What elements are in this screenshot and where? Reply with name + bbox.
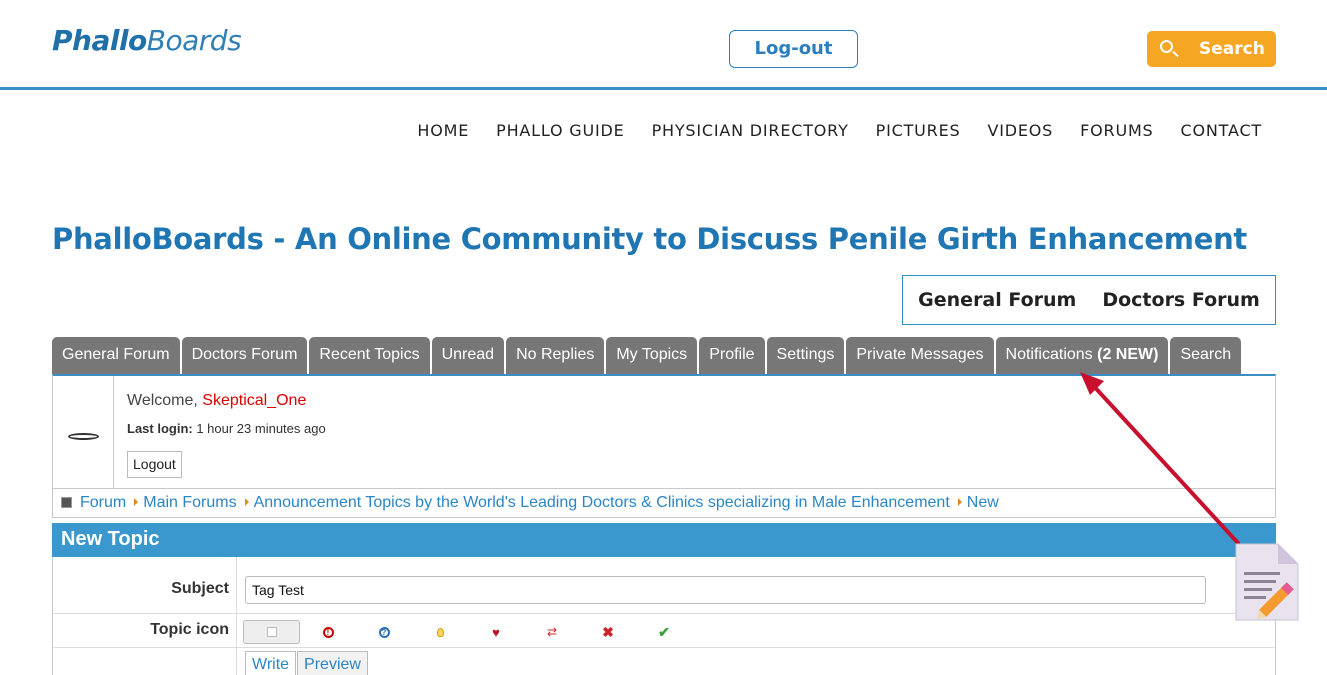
question-icon: ? bbox=[378, 626, 390, 638]
topic-icon-check[interactable]: ✔ bbox=[636, 620, 692, 644]
nav-home[interactable]: HOME bbox=[417, 121, 469, 140]
last-login: Last login: 1 hour 23 minutes ago bbox=[127, 421, 326, 436]
welcome-prefix: Welcome, bbox=[127, 392, 203, 409]
row-divider bbox=[236, 557, 237, 613]
nav-phallo-guide[interactable]: PHALLO GUIDE bbox=[496, 121, 624, 140]
tab-no-replies[interactable]: No Replies bbox=[506, 337, 605, 374]
breadcrumb-forum[interactable]: Forum bbox=[80, 494, 126, 511]
topic-icon-picker: ! ? ♥ ⇄ ✖ ✔ bbox=[243, 620, 692, 644]
forum-switch-doctors[interactable]: Doctors Forum bbox=[1102, 289, 1259, 311]
new-topic-header: New Topic bbox=[52, 523, 1276, 557]
nav-physician-directory[interactable]: PHYSICIAN DIRECTORY bbox=[652, 121, 849, 140]
logout-button[interactable]: Log-out bbox=[729, 30, 858, 68]
forum-square-icon bbox=[61, 497, 72, 508]
user-panel: Welcome, Skeptical_One Last login: 1 hou… bbox=[52, 374, 1276, 489]
breadcrumb-new[interactable]: New bbox=[967, 494, 999, 511]
top-header: PhalloBoards Log-out Search bbox=[0, 0, 1327, 90]
topic-icon-lightbulb[interactable] bbox=[412, 620, 468, 644]
check-icon: ✔ bbox=[658, 623, 670, 640]
subject-input[interactable]: Tag Test bbox=[245, 576, 1206, 604]
tab-my-topics[interactable]: My Topics bbox=[606, 337, 698, 374]
avatar[interactable] bbox=[68, 433, 99, 440]
welcome-message: Welcome, Skeptical_One bbox=[127, 392, 306, 410]
topic-icon-heart[interactable]: ♥ bbox=[468, 620, 524, 644]
nav-pictures[interactable]: PICTURES bbox=[876, 121, 961, 140]
cross-icon: ✖ bbox=[602, 623, 614, 640]
breadcrumb: Forum Main Forums Announcement Topics by t… bbox=[52, 489, 1276, 518]
breadcrumb-announcement-topics[interactable]: Announcement Topics by the World's Leadi… bbox=[254, 494, 950, 511]
exclamation-icon: ! bbox=[322, 626, 334, 638]
lightbulb-icon bbox=[436, 627, 444, 637]
document-edit-icon bbox=[1235, 543, 1299, 621]
heart-icon: ♥ bbox=[492, 624, 500, 640]
nav-forums[interactable]: FORUMS bbox=[1080, 121, 1153, 140]
editor-tabs: Write Preview bbox=[245, 651, 368, 675]
blank-icon bbox=[266, 627, 277, 637]
tab-general-forum[interactable]: General Forum bbox=[52, 337, 180, 374]
subject-label: Subject bbox=[171, 580, 229, 597]
tab-private-messages[interactable]: Private Messages bbox=[846, 337, 994, 374]
preview-tab[interactable]: Preview bbox=[297, 651, 368, 675]
search-icon bbox=[1160, 40, 1173, 53]
tab-notifications[interactable]: Notifications (2 NEW) bbox=[995, 337, 1169, 374]
page-title: PhalloBoards - An Online Community to Di… bbox=[52, 222, 1247, 256]
tab-settings[interactable]: Settings bbox=[766, 337, 845, 374]
avatar-column bbox=[53, 376, 114, 489]
breadcrumb-arrow-icon bbox=[957, 498, 962, 506]
search-button-label: Search bbox=[1199, 39, 1265, 59]
page: PhalloBoards Log-out Search HOME PHALLO … bbox=[0, 0, 1327, 675]
notifications-count-badge: (2 NEW) bbox=[1097, 346, 1159, 363]
subject-row: Subject Tag Test bbox=[53, 557, 1275, 614]
panel-logout-button[interactable]: Logout bbox=[127, 451, 182, 478]
last-login-label: Last login: bbox=[127, 421, 193, 436]
editor-row bbox=[53, 648, 1275, 675]
arrows-icon: ⇄ bbox=[546, 625, 558, 639]
breadcrumb-arrow-icon bbox=[134, 498, 139, 506]
main-navigation: HOME PHALLO GUIDE PHYSICIAN DIRECTORY PI… bbox=[390, 121, 1262, 140]
breadcrumb-arrow-icon bbox=[244, 498, 249, 506]
tab-search[interactable]: Search bbox=[1170, 337, 1242, 374]
site-logo[interactable]: PhalloBoards bbox=[52, 24, 242, 57]
tab-unread[interactable]: Unread bbox=[431, 337, 505, 374]
topic-icon-row: Topic icon ! ? ♥ ⇄ ✖ ✔ bbox=[53, 614, 1275, 648]
row-divider bbox=[236, 614, 237, 647]
tab-doctors-forum[interactable]: Doctors Forum bbox=[181, 337, 308, 374]
search-button[interactable]: Search bbox=[1147, 31, 1276, 67]
row-divider bbox=[236, 648, 237, 675]
topic-icon-exclamation[interactable]: ! bbox=[300, 620, 356, 644]
topic-icon-arrows[interactable]: ⇄ bbox=[524, 620, 580, 644]
write-tab[interactable]: Write bbox=[245, 651, 297, 675]
logo-bold-text: Phallo bbox=[52, 24, 147, 57]
nav-contact[interactable]: CONTACT bbox=[1181, 121, 1262, 140]
breadcrumb-main-forums[interactable]: Main Forums bbox=[143, 494, 236, 511]
tab-profile[interactable]: Profile bbox=[699, 337, 765, 374]
last-login-value: 1 hour 23 minutes ago bbox=[192, 421, 326, 436]
nav-videos[interactable]: VIDEOS bbox=[987, 121, 1053, 140]
topic-icon-none[interactable] bbox=[243, 620, 300, 644]
forum-tabs: General Forum Doctors Forum Recent Topic… bbox=[52, 337, 1242, 374]
forum-switch-general[interactable]: General Forum bbox=[918, 289, 1076, 311]
forum-switcher: General Forum Doctors Forum bbox=[902, 275, 1276, 325]
new-topic-form: Subject Tag Test Topic icon ! ? ♥ ⇄ ✖ ✔ … bbox=[52, 557, 1276, 675]
logo-light-text: Boards bbox=[146, 24, 242, 57]
topic-icon-cross[interactable]: ✖ bbox=[580, 620, 636, 644]
notifications-label: Notifications bbox=[1005, 346, 1098, 363]
username-link[interactable]: Skeptical_One bbox=[202, 392, 306, 409]
tab-recent-topics[interactable]: Recent Topics bbox=[309, 337, 430, 374]
topic-icon-label: Topic icon bbox=[150, 621, 229, 638]
topic-icon-question[interactable]: ? bbox=[356, 620, 412, 644]
